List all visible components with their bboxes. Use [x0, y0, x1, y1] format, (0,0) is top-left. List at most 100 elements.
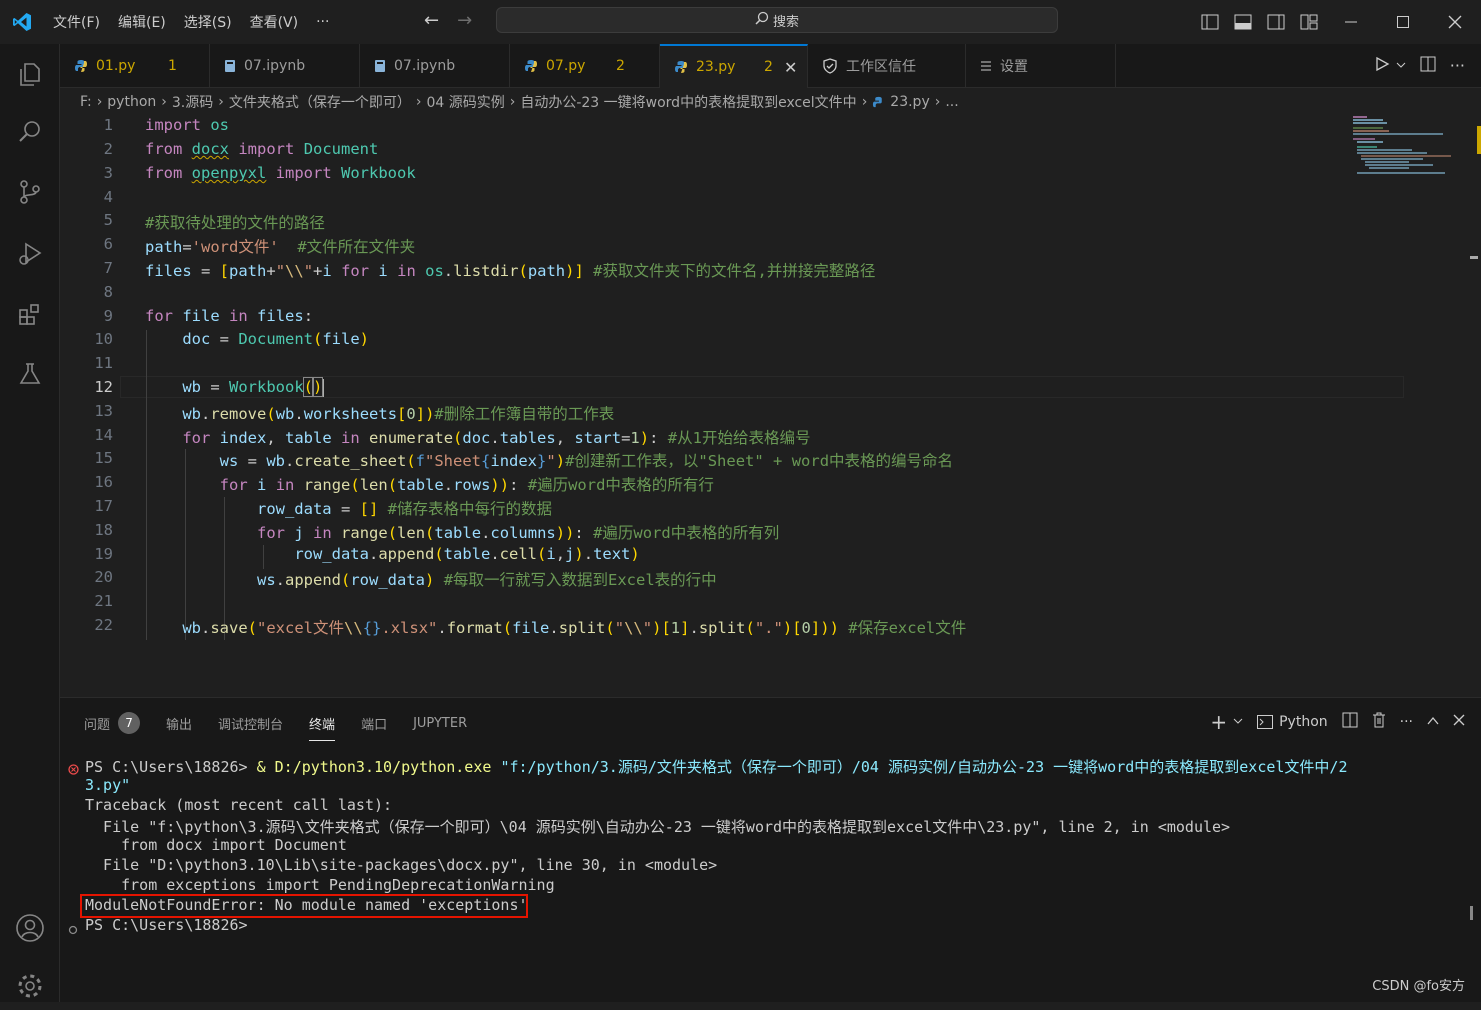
tab-output[interactable]: 输出 [166, 714, 192, 733]
prompt-circle-icon [68, 921, 78, 939]
close-window-icon[interactable] [1429, 0, 1481, 44]
tab-problem-count: 2 [764, 59, 773, 75]
bottom-panel: 问题 7 输出 调试控制台 终端 端口 JUPYTER + Python ··· … [60, 697, 1481, 1002]
code-line: for index, table in enumerate(doc.tables… [182, 429, 811, 447]
code-line: path='word文件' #文件所在文件夹 [145, 238, 416, 256]
code-line: from openpyxl import Workbook [145, 164, 416, 182]
split-editor-icon[interactable] [1420, 56, 1436, 76]
tab-problem-count: 2 [616, 57, 625, 74]
tab-07-ipynb[interactable]: 07.ipynb [210, 44, 360, 87]
minimap[interactable] [1350, 114, 1455, 174]
line-number: 16 [94, 473, 113, 491]
breadcrumb-item[interactable]: python [107, 94, 156, 110]
line-number: 22 [94, 616, 113, 634]
toggle-primary-sidebar-icon[interactable] [1193, 0, 1226, 44]
menu-file[interactable]: 文件(F) [44, 12, 109, 32]
more-actions-icon[interactable]: ··· [1450, 56, 1465, 75]
breadcrumb-item[interactable]: 文件夹格式（保存一个即可） [229, 92, 411, 112]
chevron-right-icon: › [161, 94, 167, 110]
more-actions-icon[interactable]: ··· [1400, 714, 1413, 730]
kill-terminal-trash-icon[interactable] [1372, 712, 1386, 732]
tab-07-py[interactable]: 07.py 2 [510, 44, 660, 87]
source-control-icon[interactable] [0, 168, 60, 216]
search-icon [755, 11, 769, 29]
toggle-secondary-sidebar-icon[interactable] [1259, 0, 1292, 44]
code-editor[interactable]: 1 2 3 4 5 6 7 8 9 10 11 12 13 14 15 16 1… [60, 114, 1404, 694]
new-terminal-plus-icon[interactable]: + [1210, 710, 1227, 734]
breadcrumb-item[interactable]: 3.源码 [172, 92, 213, 112]
terminal-scrollbar[interactable] [1468, 756, 1478, 920]
back-arrow-icon[interactable]: ← [424, 10, 439, 31]
tab-01-py[interactable]: 01.py 1 [60, 44, 210, 87]
manage-gear-icon[interactable] [0, 962, 60, 1010]
code-line: row_data.append(table.cell(i,j).text) [294, 545, 640, 563]
breadcrumb-item[interactable]: 23.py [890, 94, 929, 110]
accounts-icon[interactable] [0, 904, 60, 952]
search-view-icon[interactable] [0, 108, 60, 156]
tab-problems[interactable]: 问题 7 [84, 712, 141, 734]
customize-layout-icon[interactable] [1292, 0, 1325, 44]
maximize-panel-chevron-up-icon[interactable] [1427, 714, 1439, 730]
explorer-icon[interactable] [0, 50, 60, 98]
tab-23-py[interactable]: 23.py 2 ✕ [660, 44, 808, 88]
code-line: for file in files: [145, 307, 314, 325]
run-dropdown-chevron-icon[interactable] [1396, 58, 1406, 74]
line-number: 14 [94, 426, 113, 444]
menu-more[interactable]: ··· [307, 14, 338, 30]
close-panel-icon[interactable] [1453, 714, 1465, 730]
editor-tabs: 01.py 1 07.ipynb 07.ipynb 07.py 2 23.py … [60, 44, 1481, 88]
line-number: 2 [103, 140, 113, 158]
menu-view[interactable]: 查看(V) [241, 12, 308, 32]
script-path: "f:/python/3.源码/文件夹格式（保存一个即可）/04 源码实例/自动… [500, 758, 1348, 776]
tab-settings[interactable]: 设置 [966, 44, 1116, 87]
breadcrumb-item[interactable]: 自动办公-23 一键将word中的表格提取到excel文件中 [520, 92, 856, 112]
line-number-current: 12 [94, 378, 113, 396]
code-line: for i in range(len(table.rows)): #遍历word… [219, 476, 714, 494]
tab-ports[interactable]: 端口 [361, 714, 387, 733]
minimize-icon[interactable] [1325, 0, 1377, 44]
line-number: 1 [103, 116, 113, 134]
problems-count-badge: 7 [118, 712, 141, 734]
line-number: 7 [103, 259, 113, 277]
watermark: CSDN @fo安方 [1372, 979, 1465, 994]
code-line: ws.append(row_data) #每取一行就写入数据到Excel表的行中 [256, 571, 717, 589]
code-line: wb.remove(wb.worksheets[0])#删除工作簿自带的工作表 [182, 405, 615, 423]
tab-jupyter[interactable]: JUPYTER [413, 716, 467, 731]
terminal-icon [1257, 715, 1274, 729]
python-file-icon [674, 60, 688, 74]
run-python-icon[interactable] [1374, 56, 1390, 76]
tab-debug-console[interactable]: 调试控制台 [218, 714, 283, 733]
error-circle-icon [68, 761, 79, 779]
code-line: import os [145, 116, 230, 134]
terminal-prompt: PS C:\Users\18826> [85, 758, 257, 776]
line-number: 10 [94, 330, 113, 348]
menu-selection[interactable]: 选择(S) [175, 12, 241, 32]
terminal-dropdown-chevron-icon[interactable] [1233, 714, 1243, 730]
breadcrumb-item[interactable]: F: [80, 94, 92, 110]
python-exe-path: D:/python3.10/python.exe [274, 758, 492, 776]
breadcrumb-item[interactable]: 04 源码实例 [426, 92, 504, 112]
testing-flask-icon[interactable] [0, 350, 60, 398]
toggle-panel-icon[interactable] [1226, 0, 1259, 44]
terminal-shell-selector[interactable]: Python [1257, 714, 1328, 730]
line-number: 4 [103, 188, 113, 206]
forward-arrow-icon[interactable]: → [457, 10, 472, 31]
line-number: 5 [103, 211, 113, 229]
tab-workspace-trust[interactable]: 工作区信任 [808, 44, 966, 87]
code-line: doc = Document(file) [182, 330, 369, 348]
breadcrumb-item[interactable]: ... [945, 94, 958, 110]
tab-close-icon[interactable]: ✕ [784, 58, 797, 77]
extensions-icon[interactable] [0, 290, 60, 338]
line-number: 21 [94, 592, 113, 610]
code-line: wb.save("excel文件\\{}.xlsx".format(file.s… [182, 619, 967, 637]
line-number: 11 [94, 354, 113, 372]
tab-terminal[interactable]: 终端 [309, 714, 336, 741]
tab-07-ipynb-2[interactable]: 07.ipynb [360, 44, 510, 87]
split-terminal-icon[interactable] [1342, 712, 1358, 732]
menu-edit[interactable]: 编辑(E) [109, 12, 175, 32]
editor-scrollbar[interactable] [1468, 114, 1481, 694]
run-debug-icon[interactable] [0, 230, 60, 278]
maximize-icon[interactable] [1377, 0, 1429, 44]
line-number: 9 [103, 307, 113, 325]
command-center-search[interactable]: 搜索 [496, 7, 1058, 33]
